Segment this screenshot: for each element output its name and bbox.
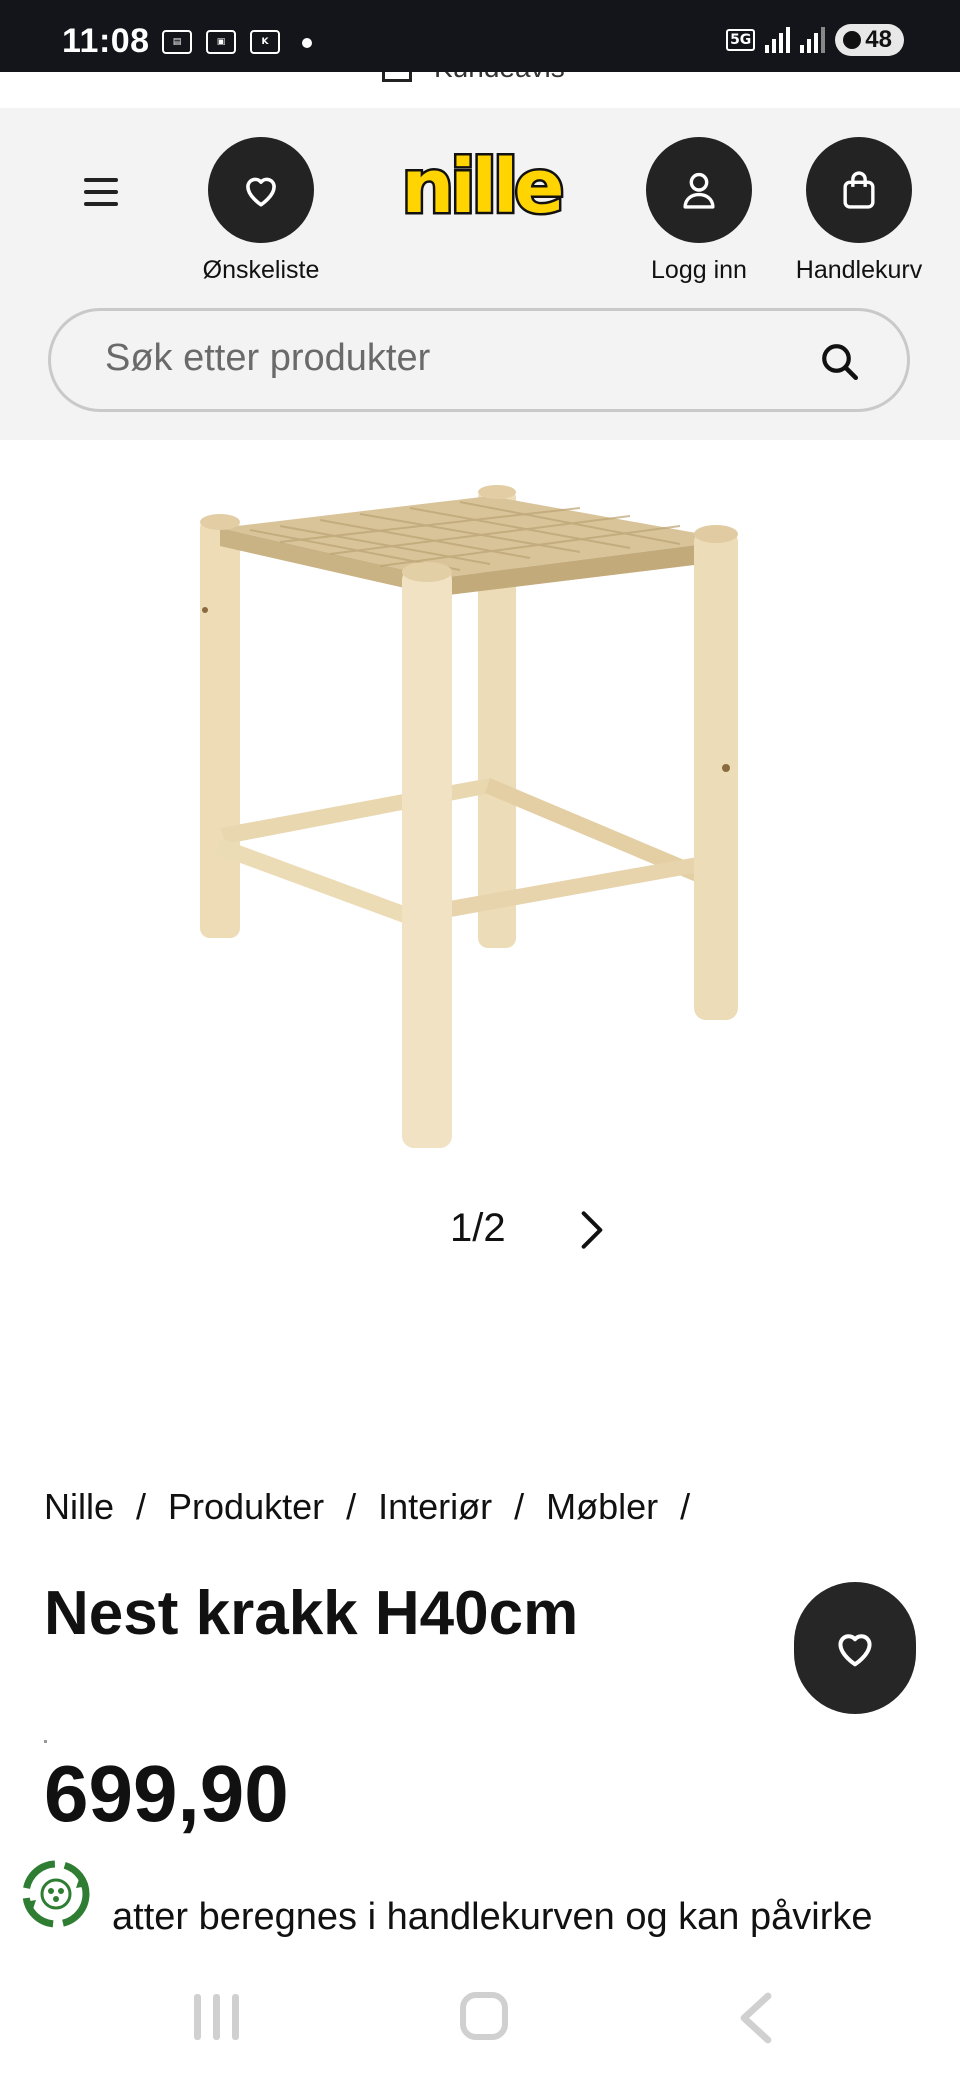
system-navigation-bar xyxy=(0,1964,960,2080)
breadcrumb-item-nille[interactable]: Nille xyxy=(44,1486,114,1528)
signal-roaming-icon xyxy=(800,27,826,53)
site-header: Ønskeliste nille Logg inn Handlekurv Søk… xyxy=(0,108,960,440)
battery-level: 48 xyxy=(865,26,892,53)
user-icon xyxy=(683,172,715,209)
newspaper-icon xyxy=(382,72,412,82)
divider-dot xyxy=(44,1740,47,1743)
nille-logo[interactable]: nille xyxy=(398,142,568,233)
home-button[interactable] xyxy=(460,1992,508,2040)
search-input[interactable]: Søk etter produkter xyxy=(48,308,910,412)
login-button[interactable] xyxy=(646,137,752,243)
notification-icons: ▤ ▣ K xyxy=(162,30,312,54)
svg-text:nille: nille xyxy=(402,146,562,230)
wishlist-label[interactable]: Ønskeliste xyxy=(161,256,361,285)
breadcrumb-separator: / xyxy=(136,1486,147,1527)
heart-icon xyxy=(246,177,276,207)
breadcrumb-item-interior[interactable]: Interiør xyxy=(378,1486,492,1528)
shopping-bag-icon xyxy=(843,171,875,209)
cart-label[interactable]: Handlekurv xyxy=(759,256,959,285)
screenshot-icon: ▣ xyxy=(206,30,236,54)
breadcrumb-separator: / xyxy=(514,1486,525,1527)
kundeavis-strip[interactable]: Kundeavis xyxy=(0,72,960,108)
recycle-icon[interactable] xyxy=(18,1856,94,1932)
network-type: 5G xyxy=(726,29,756,51)
battery-indicator: 48 xyxy=(835,24,904,56)
status-time: 11:08 xyxy=(62,22,150,60)
product-image[interactable] xyxy=(160,468,800,1168)
breadcrumb-separator: / xyxy=(346,1486,357,1527)
kundeavis-link[interactable]: Kundeavis xyxy=(434,72,565,84)
add-to-wishlist-button[interactable] xyxy=(794,1582,916,1714)
recent-apps-button[interactable] xyxy=(194,1994,240,2040)
menu-button[interactable] xyxy=(84,178,120,206)
product-title: Nest krakk H40cm xyxy=(44,1579,579,1648)
product-price: 699,90 xyxy=(44,1749,289,1838)
signal-icon xyxy=(765,27,791,53)
breadcrumb-item-mobler[interactable]: Møbler xyxy=(546,1486,658,1528)
kundeavis-app-icon: K xyxy=(250,30,280,54)
search-icon[interactable] xyxy=(819,341,861,383)
back-icon[interactable] xyxy=(736,1992,776,2044)
status-right: 5G 48 xyxy=(726,24,904,56)
status-bar: 11:08 ▤ ▣ K 5G 48 xyxy=(0,0,960,72)
heart-icon xyxy=(838,1634,872,1667)
battery-saver-icon xyxy=(843,31,862,49)
news-icon: ▤ xyxy=(162,30,192,54)
chevron-right-icon[interactable] xyxy=(574,1210,610,1250)
price-notice-text: atter beregnes i handlekurven og kan påv… xyxy=(112,1896,873,1938)
pager-indicator: 1/2 xyxy=(450,1206,506,1250)
gallery-pager: 1/2 xyxy=(0,1200,960,1260)
breadcrumb-separator: / xyxy=(680,1486,691,1527)
breadcrumb-item-produkter[interactable]: Produkter xyxy=(168,1486,324,1528)
wishlist-button[interactable] xyxy=(208,137,314,243)
search-placeholder: Søk etter produkter xyxy=(105,337,431,379)
breadcrumb: Nille / Produkter / Interiør / Møbler / xyxy=(44,1486,712,1528)
more-notifications-dot xyxy=(302,38,312,48)
cart-button[interactable] xyxy=(806,137,912,243)
